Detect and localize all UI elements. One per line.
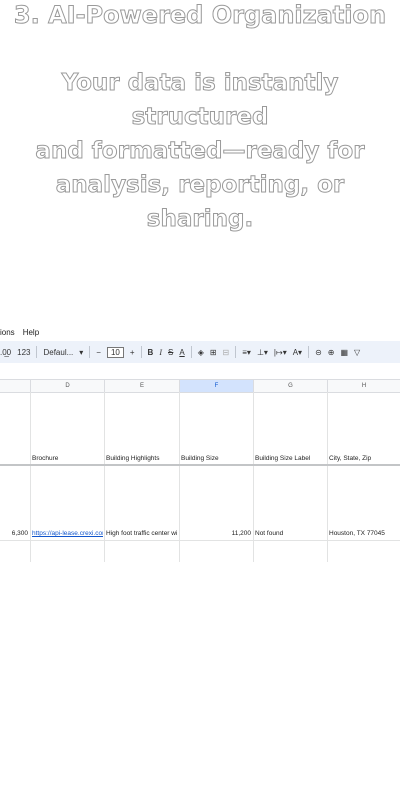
strikethrough-button[interactable]: S <box>168 348 173 357</box>
promo-line-1: Your data is instantly structured <box>61 70 339 131</box>
header-cell-brochure[interactable]: Brochure <box>32 455 102 463</box>
column-header-c[interactable] <box>0 380 30 392</box>
borders-icon[interactable]: ⊞ <box>210 348 217 357</box>
divider <box>36 346 38 358</box>
promo-line-3: analysis, reporting, or sharing. <box>55 172 345 233</box>
column-header-f[interactable]: F <box>179 380 253 392</box>
decrease-font-button[interactable]: − <box>96 348 101 357</box>
cell-grid: Brochure Building Highlights Building Si… <box>0 392 400 562</box>
header-cell-building-size[interactable]: Building Size <box>181 455 251 463</box>
decimal-icon[interactable]: .0̲0 <box>0 348 11 357</box>
data-cell-size-label[interactable]: Not found <box>255 530 325 538</box>
data-cell-city[interactable]: Houston, TX 77045 <box>329 530 399 538</box>
column-headers: D E F G H <box>0 379 400 393</box>
data-cell-building-size[interactable]: 11,200 <box>181 530 251 538</box>
data-cell-highlights[interactable]: High foot traffic center wi <box>106 530 178 538</box>
chart-icon[interactable]: ▦ <box>340 348 348 357</box>
increase-font-button[interactable]: + <box>130 348 135 357</box>
menu-item-extensions[interactable]: ions <box>0 328 15 337</box>
divider <box>308 346 310 358</box>
header-cell-city-state-zip[interactable]: City, State, Zip <box>329 455 399 463</box>
comment-icon[interactable]: ⊕ <box>328 348 335 357</box>
column-header-d[interactable]: D <box>30 380 104 392</box>
promo-subtitle: Your data is instantly structured and fo… <box>0 66 400 236</box>
grid-line <box>253 392 254 562</box>
grid-line <box>327 392 328 562</box>
align-icon[interactable]: ≡▾ <box>242 348 251 357</box>
bold-button[interactable]: B <box>148 348 154 357</box>
grid-line <box>30 392 31 562</box>
divider <box>190 346 192 358</box>
link-icon[interactable]: ⊝ <box>315 348 322 357</box>
grid-line <box>104 392 105 562</box>
rotate-icon[interactable]: A▾ <box>293 348 302 357</box>
header-cell-building-highlights[interactable]: Building Highlights <box>106 455 177 463</box>
promo-line-2: and formatted—ready for <box>35 138 365 165</box>
spreadsheet-screenshot: ions Help .0̲0 123 Defaul... ▾ − 10 + B … <box>0 314 400 562</box>
menu-item-help[interactable]: Help <box>23 328 39 337</box>
promo-heading: 3. AI-Powered Organization <box>13 1 387 30</box>
grid-line <box>0 540 400 541</box>
merge-cells-icon[interactable]: ⊟ <box>223 348 230 357</box>
italic-button[interactable]: I <box>159 348 162 357</box>
grid-line <box>179 392 180 562</box>
valign-icon[interactable]: ⊥▾ <box>257 348 268 357</box>
divider <box>235 346 237 358</box>
wrap-icon[interactable]: |↦▾ <box>274 348 287 357</box>
font-size-input[interactable]: 10 <box>106 346 124 358</box>
column-header-g[interactable]: G <box>253 380 327 392</box>
number-format-button[interactable]: 123 <box>17 348 30 357</box>
frozen-row-divider <box>0 464 400 466</box>
font-select[interactable]: Defaul... <box>43 348 73 357</box>
data-cell-brochure-link[interactable]: https://api-lease.crexi.cor <box>32 530 103 538</box>
data-cell-c[interactable]: 6,300 <box>0 530 28 538</box>
column-header-e[interactable]: E <box>104 380 179 392</box>
chevron-down-icon[interactable]: ▾ <box>79 348 83 357</box>
column-header-h[interactable]: H <box>327 380 400 392</box>
menu-bar: ions Help <box>0 324 39 340</box>
text-color-button[interactable]: A <box>179 348 184 357</box>
filter-icon[interactable]: ▽ <box>354 348 360 357</box>
fill-color-icon[interactable]: ◈ <box>198 348 204 357</box>
toolbar: .0̲0 123 Defaul... ▾ − 10 + B I S A ◈ ⊞ … <box>0 341 400 363</box>
divider <box>140 346 142 358</box>
divider <box>89 346 91 358</box>
header-cell-building-size-label[interactable]: Building Size Label <box>255 455 325 463</box>
